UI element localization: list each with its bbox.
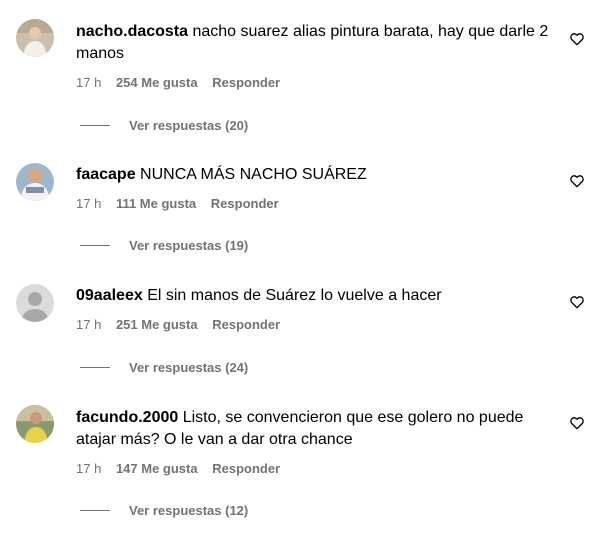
avatar[interactable] bbox=[16, 405, 54, 443]
comment-body: nacho.dacosta nacho suarez alias pintura… bbox=[76, 21, 556, 65]
like-count[interactable]: 254 Me gusta bbox=[116, 75, 198, 90]
avatar[interactable] bbox=[16, 163, 54, 201]
view-replies-button[interactable]: Ver respuestas (19) bbox=[80, 238, 248, 253]
view-replies-button[interactable]: Ver respuestas (20) bbox=[80, 118, 248, 133]
like-count[interactable]: 147 Me gusta bbox=[116, 461, 198, 476]
heart-outline-icon[interactable] bbox=[569, 31, 585, 47]
comment-time: 17 h bbox=[76, 75, 102, 90]
comment-body: facundo.2000 Listo, se convencieron que … bbox=[76, 407, 556, 451]
like-count[interactable]: 111 Me gusta bbox=[116, 196, 196, 211]
reply-button[interactable]: Responder bbox=[212, 75, 280, 90]
view-replies-button[interactable]: Ver respuestas (24) bbox=[80, 360, 248, 375]
comment-body: faacape NUNCA MÁS NACHO SUÁREZ bbox=[76, 164, 556, 186]
like-count[interactable]: 251 Me gusta bbox=[116, 317, 198, 332]
comment-username[interactable]: faacape bbox=[76, 166, 136, 183]
reply-button[interactable]: Responder bbox=[212, 461, 280, 476]
comment-text: El sin manos de Suárez lo vuelve a hacer bbox=[147, 287, 442, 304]
divider-line bbox=[80, 125, 110, 126]
heart-outline-icon[interactable] bbox=[569, 173, 585, 189]
view-replies-label: Ver respuestas (20) bbox=[129, 118, 249, 133]
view-replies-label: Ver respuestas (24) bbox=[129, 360, 249, 375]
avatar[interactable] bbox=[16, 19, 54, 57]
divider-line bbox=[80, 510, 110, 511]
reply-button[interactable]: Responder bbox=[212, 317, 280, 332]
comment-meta: 17 h 254 Me gusta Responder bbox=[76, 75, 291, 90]
avatar[interactable] bbox=[16, 284, 54, 322]
reply-button[interactable]: Responder bbox=[211, 196, 279, 211]
comment-username[interactable]: facundo.2000 bbox=[76, 409, 178, 426]
comment-username[interactable]: 09aaleex bbox=[76, 287, 143, 304]
comment-body: 09aaleex El sin manos de Suárez lo vuelv… bbox=[76, 285, 556, 307]
view-replies-button[interactable]: Ver respuestas (12) bbox=[80, 503, 248, 518]
comment-time: 17 h bbox=[76, 317, 102, 332]
comment-time: 17 h bbox=[76, 196, 102, 211]
comment-meta: 17 h 251 Me gusta Responder bbox=[76, 317, 291, 332]
comment-meta: 17 h 147 Me gusta Responder bbox=[76, 461, 291, 476]
view-replies-label: Ver respuestas (19) bbox=[129, 238, 249, 253]
divider-line bbox=[80, 367, 110, 368]
divider-line bbox=[80, 245, 110, 246]
comment-text: NUNCA MÁS NACHO SUÁREZ bbox=[140, 166, 367, 183]
comment-time: 17 h bbox=[76, 461, 102, 476]
comment-meta: 17 h 111 Me gusta Responder bbox=[76, 196, 290, 211]
view-replies-label: Ver respuestas (12) bbox=[129, 503, 249, 518]
heart-outline-icon[interactable] bbox=[569, 294, 585, 310]
heart-outline-icon[interactable] bbox=[569, 415, 585, 431]
comment-username[interactable]: nacho.dacosta bbox=[76, 23, 188, 40]
